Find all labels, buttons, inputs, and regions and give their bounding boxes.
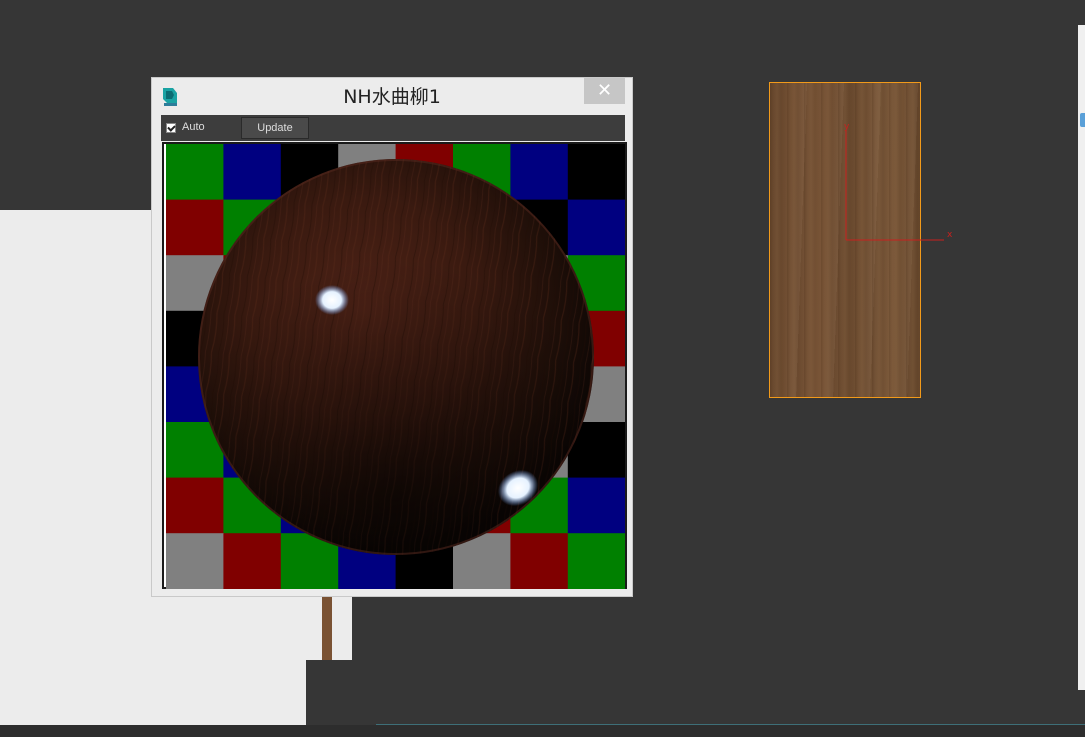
checker-cell (166, 144, 224, 201)
material-preview-window[interactable]: NH水曲柳1 ✕ Auto Update (151, 77, 633, 597)
checker-cell (166, 533, 224, 589)
panel-tab-indicator[interactable] (1080, 113, 1085, 127)
checker-cell (223, 533, 282, 589)
material-preview-render (166, 144, 625, 589)
auto-label: Auto (182, 121, 205, 133)
gizmo-x-label: x (947, 230, 953, 240)
checkmark-icon (167, 123, 176, 132)
status-bar (0, 725, 1085, 737)
checker-cell (567, 199, 625, 256)
checker-cell (223, 144, 282, 201)
viewport-panel-bottom (0, 659, 306, 725)
checker-cell (567, 477, 625, 534)
checker-cell (510, 144, 569, 201)
timeline-track (376, 724, 1085, 725)
close-button[interactable]: ✕ (584, 78, 625, 104)
update-button[interactable]: Update (241, 117, 309, 139)
wood-object-leg[interactable] (322, 596, 332, 660)
preview-toolbar: Auto Update (161, 115, 625, 141)
checker-cell (166, 477, 224, 534)
gizmo-y-label: y (844, 122, 850, 132)
checker-cell (510, 533, 569, 589)
material-preview-frame (162, 142, 627, 589)
auto-checkbox[interactable] (166, 123, 176, 133)
checker-cell (567, 144, 625, 201)
checker-cell (166, 199, 224, 256)
specular-highlight-top (315, 285, 349, 315)
transform-gizmo[interactable]: x y (830, 120, 955, 245)
checker-cell (567, 533, 625, 589)
window-title: NH水曲柳1 (343, 86, 441, 108)
